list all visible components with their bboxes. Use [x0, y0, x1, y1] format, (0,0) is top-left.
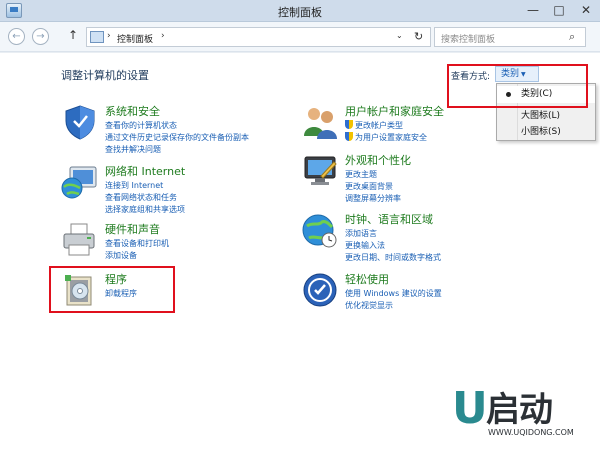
link-family-safety[interactable]: 为用户设置家庭安全 [345, 132, 427, 143]
breadcrumb-control-panel[interactable]: 控制面板 [117, 32, 153, 45]
close-button[interactable]: ✕ [572, 0, 600, 20]
category-appearance: 外观和个性化 更改主题 更改桌面背景 调整屏幕分辨率 [301, 152, 501, 207]
search-input[interactable]: 搜索控制面板 ⌕ [434, 27, 586, 47]
refresh-icon[interactable]: ↻ [414, 30, 423, 43]
link-optimize-visual-display[interactable]: 优化视觉显示 [345, 300, 393, 311]
link-screen-resolution[interactable]: 调整屏幕分辨率 [345, 193, 401, 204]
page-title: 调整计算机的设置 [61, 69, 149, 82]
logo-site: WWW.UQIDONG.COM [488, 428, 574, 437]
menu-item-small-icons[interactable]: 小图标(S) [497, 124, 595, 141]
link-add-language[interactable]: 添加语言 [345, 228, 377, 239]
menu-item-large-icons[interactable]: 大图标(L) [497, 108, 595, 125]
link-devices-printers[interactable]: 查看设备和打印机 [105, 238, 169, 249]
highlight-box-programs [49, 266, 175, 313]
category-ease-of-access: 轻松使用 使用 Windows 建议的设置 优化视觉显示 [301, 271, 501, 311]
link-recommended-settings[interactable]: 使用 Windows 建议的设置 [345, 288, 442, 299]
control-panel-icon [90, 31, 104, 43]
address-history-dropdown[interactable]: ⌄ [396, 31, 403, 40]
highlight-box-view-by [447, 64, 588, 108]
category-title[interactable]: 用户帐户和家庭安全 [345, 103, 444, 119]
navigation-bar: ← → ↑ › 控制面板 › ⌄ ↻ 搜索控制面板 ⌕ [0, 22, 600, 52]
printer-icon [63, 223, 95, 256]
link-label: 更改帐户类型 [355, 121, 403, 130]
ease-of-access-icon [303, 273, 337, 307]
link-add-device[interactable]: 添加设备 [105, 250, 137, 261]
category-title[interactable]: 网络和 Internet [105, 163, 185, 179]
link-homegroup-sharing[interactable]: 选择家庭组和共享选项 [105, 204, 185, 215]
search-placeholder: 搜索控制面板 [441, 35, 496, 45]
security-shield-icon [65, 105, 95, 140]
link-network-status[interactable]: 查看网络状态和任务 [105, 192, 177, 203]
category-clock-language-region: 时钟、语言和区域 添加语言 更换输入法 更改日期、时间或数字格式 [301, 211, 501, 266]
breadcrumb-separator[interactable]: › [107, 31, 111, 41]
link-change-account-type[interactable]: 更改帐户类型 [345, 120, 403, 131]
category-title[interactable]: 系统和安全 [105, 103, 160, 119]
uac-shield-icon [345, 132, 353, 141]
window-title: 控制面板 [278, 6, 322, 19]
link-view-computer-status[interactable]: 查看你的计算机状态 [105, 120, 177, 131]
menu-item-label: 大图标(L) [521, 111, 561, 121]
link-change-theme[interactable]: 更改主题 [345, 169, 377, 180]
logo-brand: 启动 [486, 390, 553, 430]
category-title[interactable]: 外观和个性化 [345, 152, 411, 168]
address-bar[interactable]: › 控制面板 › ⌄ ↻ [86, 27, 431, 47]
link-label: 为用户设置家庭安全 [355, 133, 427, 142]
logo-letter: U [452, 383, 488, 434]
category-user-accounts: 用户帐户和家庭安全 更改帐户类型 为用户设置家庭安全 [301, 103, 501, 148]
category-system-security: 系统和安全 查看你的计算机状态 通过文件历史记录保存你的文件备份副本 查找并解决… [61, 103, 281, 163]
menu-item-label: 小图标(S) [521, 127, 561, 137]
maximize-button[interactable]: □ [546, 0, 572, 20]
back-button[interactable]: ← [8, 28, 25, 45]
forward-button[interactable]: → [32, 28, 49, 45]
link-troubleshoot[interactable]: 查找并解决问题 [105, 144, 161, 155]
category-title[interactable]: 时钟、语言和区域 [345, 211, 433, 227]
category-network-internet: 网络和 Internet 连接到 Internet 查看网络状态和任务 选择家庭… [61, 163, 281, 218]
link-connect-internet[interactable]: 连接到 Internet [105, 180, 163, 191]
link-desktop-background[interactable]: 更改桌面背景 [345, 181, 393, 192]
minimize-button[interactable]: — [520, 0, 546, 20]
network-globe-icon [61, 166, 97, 199]
clock-globe-icon [302, 214, 337, 248]
category-title[interactable]: 硬件和声音 [105, 221, 160, 237]
category-hardware-sound: 硬件和声音 查看设备和打印机 添加设备 [61, 221, 281, 266]
category-title[interactable]: 轻松使用 [345, 271, 389, 287]
users-icon [304, 108, 337, 139]
appearance-monitor-icon [304, 156, 337, 185]
link-file-history[interactable]: 通过文件历史记录保存你的文件备份副本 [105, 132, 249, 143]
uac-shield-icon [345, 120, 353, 129]
title-bar: 控制面板 — □ ✕ [0, 0, 600, 22]
search-icon[interactable]: ⌕ [569, 30, 575, 44]
up-button[interactable]: ↑ [68, 28, 78, 42]
breadcrumb-separator-2[interactable]: › [161, 31, 165, 41]
uqidong-logo: U 启动 WWW.UQIDONG.COM [452, 387, 592, 443]
link-date-time-format[interactable]: 更改日期、时间或数字格式 [345, 252, 441, 263]
link-change-input-method[interactable]: 更换输入法 [345, 240, 385, 251]
